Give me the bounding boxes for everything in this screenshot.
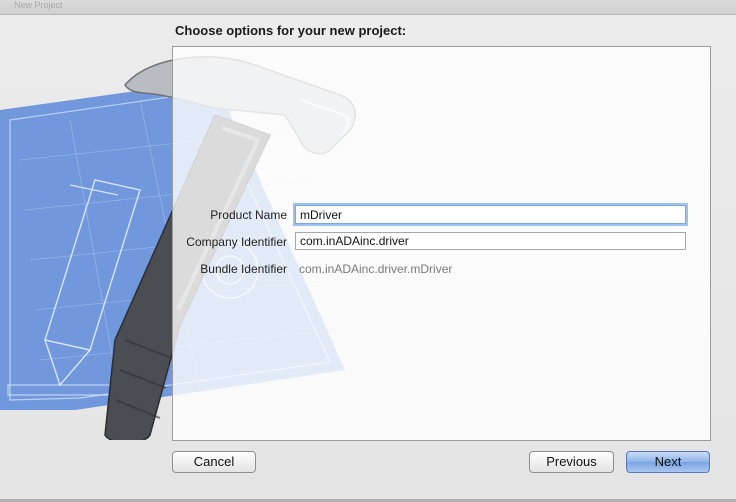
bundle-identifier-value: com.inADAinc.driver.mDriver xyxy=(299,262,453,276)
product-name-label: Product Name xyxy=(210,208,287,222)
page-title: Choose options for your new project: xyxy=(175,23,407,38)
bundle-identifier-label: Bundle Identifier xyxy=(200,262,287,276)
cancel-button[interactable]: Cancel xyxy=(172,451,256,473)
next-button[interactable]: Next xyxy=(626,451,710,473)
window-title: New Project xyxy=(14,0,63,10)
previous-button[interactable]: Previous xyxy=(529,451,614,473)
company-identifier-field[interactable] xyxy=(295,232,686,250)
company-identifier-label: Company Identifier xyxy=(186,235,287,249)
product-name-field[interactable] xyxy=(295,205,686,224)
window-title-bar: New Project xyxy=(0,0,736,15)
